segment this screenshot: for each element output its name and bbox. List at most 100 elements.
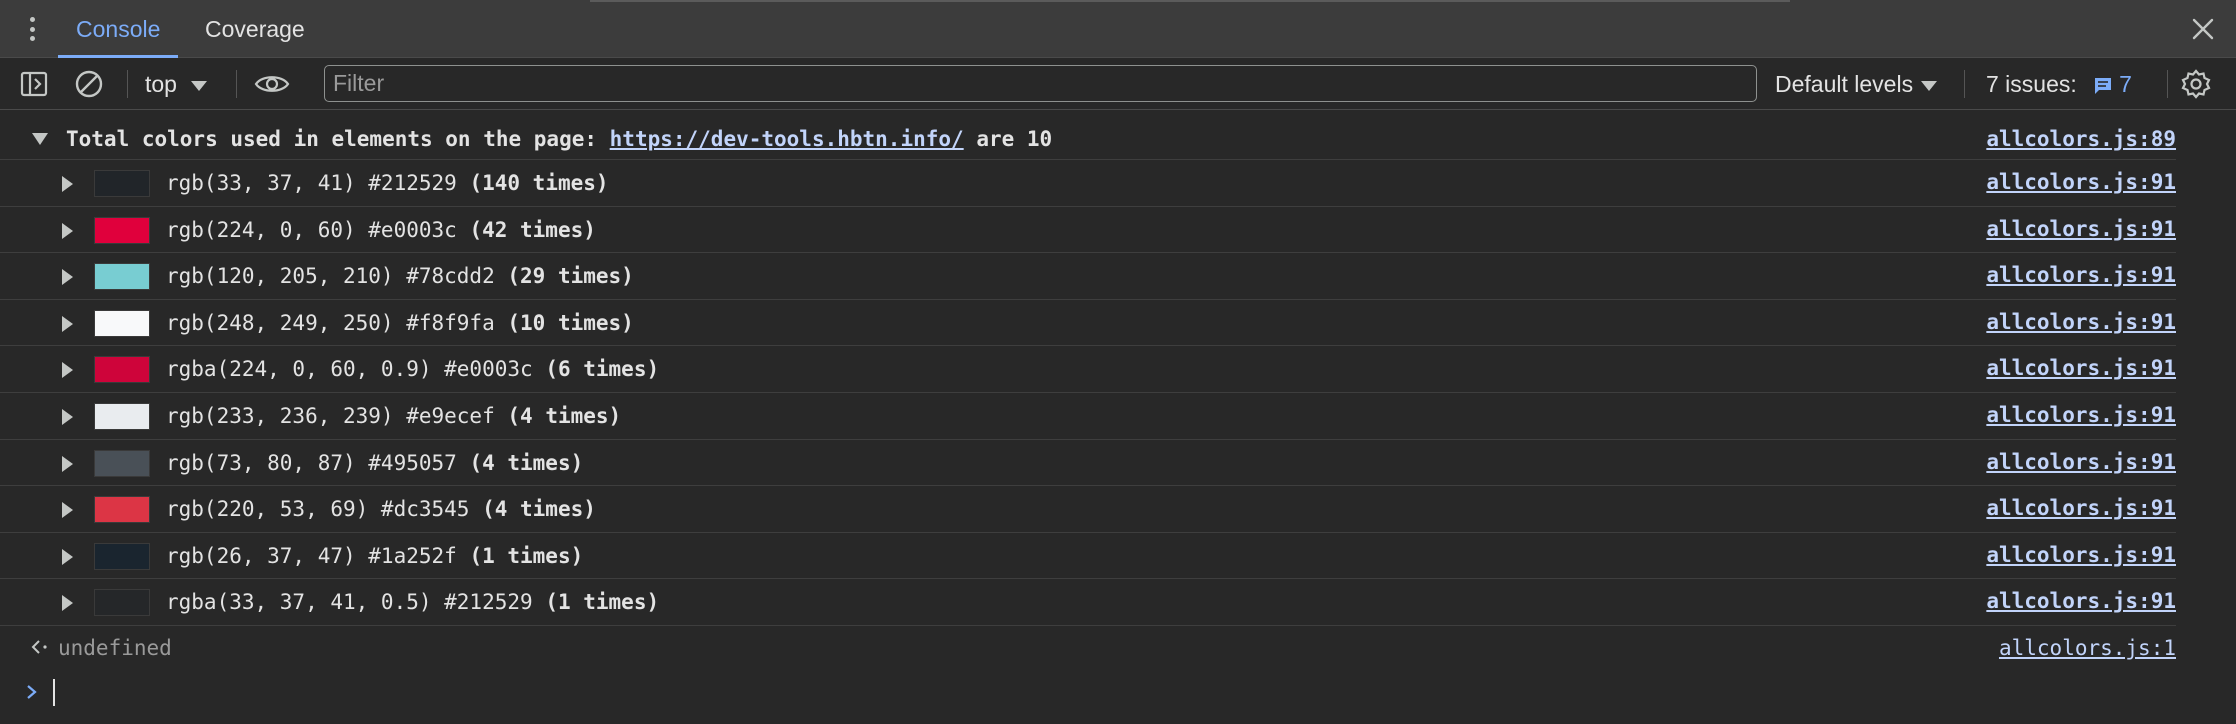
color-text: rgba(224, 0, 60, 0.9) #e0003c (6 times) (166, 346, 659, 392)
color-value: rgb(120, 205, 210) #78cdd2 (166, 264, 495, 289)
color-text: rgb(233, 236, 239) #e9ecef (4 times) (166, 393, 621, 439)
color-text: rgb(120, 205, 210) #78cdd2 (29 times) (166, 253, 634, 299)
color-value: rgb(220, 53, 69) #dc3545 (166, 497, 470, 522)
more-options-icon[interactable] (22, 14, 42, 44)
return-value-row: undefined allcolors.js:1 (0, 628, 2176, 668)
collapse-triangle-icon[interactable] (32, 133, 48, 145)
gear-icon[interactable] (2180, 68, 2212, 100)
page-url-link[interactable]: https://dev-tools.hbtn.info/ (610, 127, 964, 151)
source-link[interactable]: allcolors.js:91 (1986, 579, 2176, 623)
close-icon[interactable] (2190, 16, 2216, 42)
color-swatch (94, 170, 150, 197)
color-text: rgb(26, 37, 47) #1a252f (1 times) (166, 533, 583, 579)
devtools-tab-bar: Console Coverage (0, 0, 2236, 58)
color-value: rgb(233, 236, 239) #e9ecef (166, 404, 495, 428)
return-value: undefined (58, 636, 172, 660)
usage-count: (4 times) (469, 450, 584, 475)
prompt-chevron-icon (27, 685, 37, 699)
console-toolbar: top Default levels 7 issues: 7 (0, 58, 2236, 110)
toolbar-divider (2167, 70, 2168, 98)
sidebar-toggle-icon[interactable] (18, 68, 50, 100)
context-selector[interactable]: top (145, 58, 207, 110)
usage-count: (4 times) (507, 404, 622, 428)
eye-icon[interactable] (253, 68, 291, 100)
usage-count: (1 times) (469, 543, 584, 568)
color-value: rgb(248, 249, 250) #f8f9fa (166, 310, 495, 335)
log-row[interactable]: rgb(233, 236, 239) #e9ecef (4 times) allc… (0, 393, 2176, 440)
color-swatch (94, 216, 150, 244)
return-arrow-icon (31, 640, 47, 654)
expand-triangle-icon[interactable] (62, 455, 73, 472)
color-swatch (94, 542, 150, 570)
group-title-suffix: are 10 (963, 127, 1053, 151)
console-messages: Total colors used in elements on the pag… (0, 110, 2236, 724)
log-row[interactable]: rgb(33, 37, 41) #212529 (140 times) allco… (0, 160, 2176, 207)
color-swatch (94, 449, 150, 477)
expand-triangle-icon[interactable] (62, 409, 73, 425)
clear-console-icon[interactable] (73, 68, 105, 100)
log-row[interactable]: rgb(120, 205, 210) #78cdd2 (29 times) all… (0, 253, 2176, 300)
source-link[interactable]: allcolors.js:91 (1986, 486, 2176, 530)
source-link[interactable]: allcolors.js:91 (1986, 393, 2176, 437)
expand-triangle-icon[interactable] (62, 548, 73, 565)
usage-count: (29 times) (507, 264, 634, 289)
source-link[interactable]: allcolors.js:91 (1986, 253, 2176, 297)
color-text: rgb(224, 0, 60) #e0003c (42 times) (166, 207, 596, 253)
context-label: top (145, 71, 177, 97)
usage-count: (140 times) (469, 171, 609, 195)
toolbar-divider (1964, 70, 1965, 98)
expand-triangle-icon[interactable] (62, 595, 73, 612)
expand-triangle-icon[interactable] (62, 222, 73, 239)
toolbar-divider (236, 70, 237, 98)
log-levels-dropdown[interactable]: Default levels (1775, 58, 1938, 110)
log-row[interactable]: rgb(73, 80, 87) #495057 (4 times) allcolo… (0, 440, 2176, 487)
color-value: rgb(73, 80, 87) #495057 (166, 450, 457, 475)
log-levels-label: Default levels (1775, 71, 1914, 97)
log-row[interactable]: rgb(220, 53, 69) #dc3545 (4 times) allcol… (0, 486, 2176, 533)
color-value: rgb(26, 37, 47) #1a252f (166, 543, 457, 568)
usage-count: (4 times) (482, 497, 596, 522)
group-title: Total colors used in elements on the pag… (66, 118, 1052, 160)
tab-console[interactable]: Console (58, 0, 179, 58)
chevron-down-icon (190, 80, 207, 91)
log-row[interactable]: rgba(33, 37, 41, 0.5) #212529 (1 times) a… (0, 579, 2176, 626)
source-link[interactable]: allcolors.js:91 (1986, 300, 2176, 344)
source-link[interactable]: allcolors.js:91 (1986, 440, 2176, 484)
usage-count: (42 times) (469, 217, 596, 242)
log-row[interactable]: rgb(26, 37, 47) #1a252f (1 times) allcolo… (0, 533, 2176, 580)
chevron-down-icon (1921, 80, 1938, 91)
source-link[interactable]: allcolors.js:91 (1986, 207, 2176, 251)
usage-count: (1 times) (545, 590, 660, 615)
log-row[interactable]: rgb(224, 0, 60) #e0003c (42 times) allcol… (0, 207, 2176, 254)
console-group-header[interactable]: Total colors used in elements on the pag… (0, 118, 2176, 160)
color-swatch (94, 496, 150, 524)
color-value: rgb(224, 0, 60) #e0003c (166, 217, 457, 242)
log-row[interactable]: rgba(224, 0, 60, 0.9) #e0003c (6 times) a… (0, 346, 2176, 393)
expand-triangle-icon[interactable] (62, 362, 73, 379)
expand-triangle-icon[interactable] (62, 269, 73, 286)
console-prompt[interactable] (0, 670, 2236, 714)
issues-count: 7 (2119, 71, 2132, 97)
expand-triangle-icon[interactable] (62, 502, 73, 519)
issues-button[interactable]: 7 issues: 7 (1986, 58, 2132, 110)
color-text: rgb(73, 80, 87) #495057 (4 times) (166, 440, 583, 486)
source-link[interactable]: allcolors.js:89 (1986, 118, 2176, 160)
tab-coverage[interactable]: Coverage (187, 0, 323, 58)
usage-count: (10 times) (507, 310, 634, 335)
log-row[interactable]: rgb(248, 249, 250) #f8f9fa (10 times) all… (0, 300, 2176, 347)
source-link[interactable]: allcolors.js:1 (1999, 628, 2176, 668)
expand-triangle-icon[interactable] (62, 176, 73, 192)
source-link[interactable]: allcolors.js:91 (1986, 160, 2176, 204)
filter-input[interactable] (324, 65, 1757, 102)
color-value: rgba(224, 0, 60, 0.9) #e0003c (166, 357, 533, 382)
toolbar-divider (127, 70, 128, 98)
color-swatch (94, 589, 150, 617)
color-text: rgba(33, 37, 41, 0.5) #212529 (1 times) (166, 579, 659, 625)
color-value: rgba(33, 37, 41, 0.5) #212529 (166, 590, 533, 615)
color-text: rgb(33, 37, 41) #212529 (140 times) (166, 160, 609, 206)
color-value: rgb(33, 37, 41) #212529 (166, 171, 457, 195)
expand-triangle-icon[interactable] (62, 315, 73, 332)
source-link[interactable]: allcolors.js:91 (1986, 346, 2176, 390)
source-link[interactable]: allcolors.js:91 (1986, 533, 2176, 577)
message-icon (2095, 77, 2112, 94)
